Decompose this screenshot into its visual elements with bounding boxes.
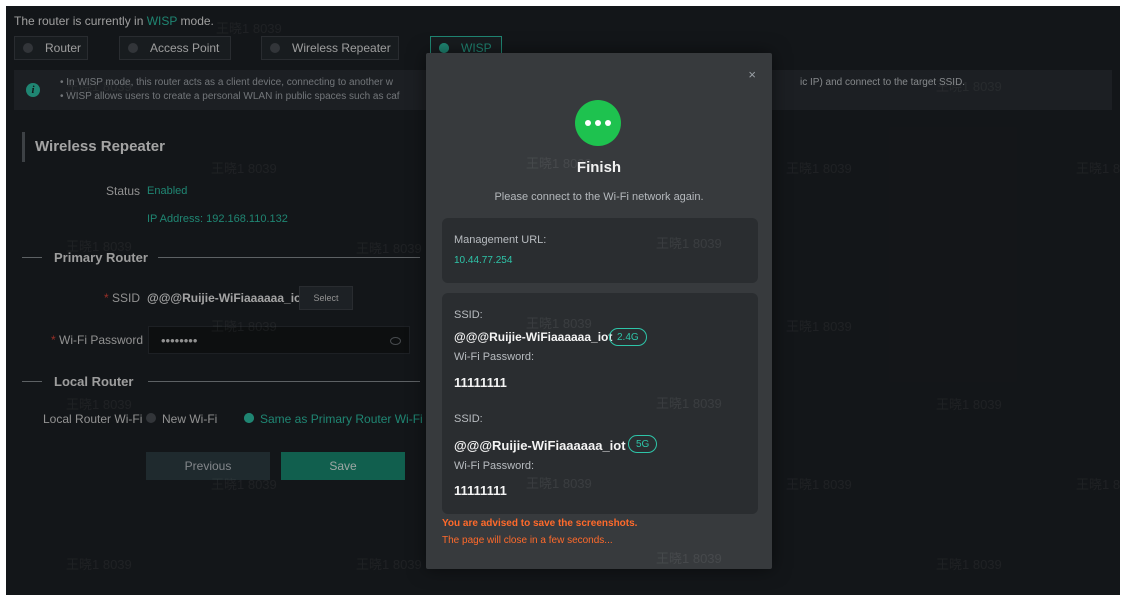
close-icon[interactable]: ×	[748, 67, 756, 82]
advice-text: You are advised to save the screenshots.	[442, 518, 638, 529]
closing-notice: The page will close in a few seconds...	[442, 535, 613, 546]
dialog-title: Finish	[576, 159, 622, 176]
ssid-label: SSID:	[454, 413, 483, 425]
finish-dialog: × Finish Please connect to the Wi-Fi net…	[426, 53, 772, 569]
app-frame: The router is currently in WISP mode. Ro…	[6, 6, 1120, 595]
watermark: 王晓1 8039	[656, 396, 722, 411]
ssid-value: @@@Ruijie-WiFiaaaaaa_iot	[454, 330, 613, 344]
password-value: 11111111	[454, 483, 507, 498]
ssid-label: SSID:	[454, 309, 483, 321]
watermark: 王晓1 8039	[526, 316, 592, 331]
band-badge: 5G	[628, 435, 658, 453]
success-icon	[575, 100, 621, 146]
password-value: 11111111	[454, 375, 507, 390]
watermark: 王晓1 8039	[656, 551, 722, 566]
password-label: Wi-Fi Password:	[454, 351, 535, 363]
watermark: 王晓1 8039	[526, 476, 592, 491]
watermark: 王晓1 8039	[656, 236, 722, 251]
ssid-value: @@@Ruijie-WiFiaaaaaa_iot	[454, 438, 626, 453]
dialog-subtitle: Please connect to the Wi-Fi network agai…	[494, 191, 704, 203]
management-url-value: 10.44.77.254	[454, 255, 513, 266]
password-label: Wi-Fi Password:	[454, 460, 535, 472]
watermark: 王晓1 8039	[526, 156, 592, 171]
management-url-label: Management URL:	[454, 234, 547, 246]
band-badge: 2.4G	[609, 328, 647, 346]
